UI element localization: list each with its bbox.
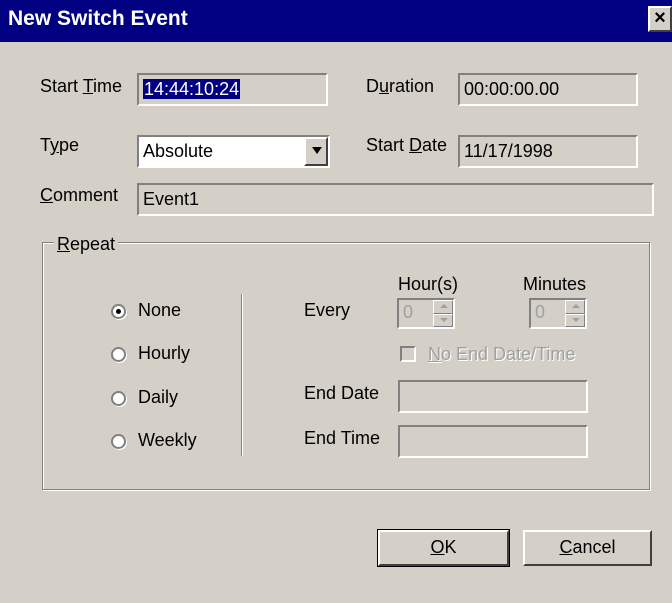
type-dropdown-button[interactable] xyxy=(304,137,328,166)
every-label: Every xyxy=(304,300,351,320)
minutes-spin-up[interactable] xyxy=(565,300,585,314)
hours-value: 0 xyxy=(403,302,414,322)
start-time-label: Start Time xyxy=(40,76,123,96)
chevron-down-icon xyxy=(312,147,322,154)
duration-label: Duration xyxy=(366,76,435,96)
no-end-label[interactable]: No End Date/Time xyxy=(428,344,575,365)
repeat-group-label: Repeat xyxy=(54,234,119,255)
radio-hourly-label[interactable]: Hourly xyxy=(138,343,190,364)
arrow-down-icon xyxy=(440,317,448,322)
close-button[interactable]: × xyxy=(648,6,672,32)
start-date-value: 11/17/1998 xyxy=(464,141,553,161)
title-bar[interactable]: New Switch Event × xyxy=(0,0,672,42)
arrow-down-icon xyxy=(572,317,580,322)
radio-none[interactable] xyxy=(111,304,126,319)
arrow-up-icon xyxy=(572,304,580,308)
hours-spin-up[interactable] xyxy=(433,300,453,314)
radio-hourly[interactable] xyxy=(111,347,126,362)
close-icon: × xyxy=(654,7,666,29)
type-value: Absolute xyxy=(143,141,214,161)
comment-label: Comment xyxy=(40,185,119,205)
no-end-checkbox[interactable] xyxy=(400,346,416,362)
end-time-label: End Time xyxy=(304,428,381,448)
comment-value: Event1 xyxy=(143,189,200,209)
hours-label: Hour(s) xyxy=(398,274,459,294)
comment-field[interactable]: Event1 xyxy=(137,183,654,216)
arrow-up-icon xyxy=(440,304,448,308)
end-time-field[interactable] xyxy=(398,425,588,458)
radio-dot xyxy=(116,309,121,314)
radio-daily-label[interactable]: Daily xyxy=(138,387,178,408)
radio-weekly-label[interactable]: Weekly xyxy=(138,430,197,451)
duration-field[interactable]: 00:00:00.00 xyxy=(458,73,638,106)
start-time-value: 14:44:10:24 xyxy=(143,79,241,99)
start-time-field[interactable]: 14:44:10:24 xyxy=(137,73,328,106)
minutes-spinner[interactable]: 0 xyxy=(529,298,587,329)
end-date-field[interactable] xyxy=(398,380,588,413)
duration-value: 00:00:00.00 xyxy=(464,79,560,99)
minutes-value: 0 xyxy=(535,302,546,322)
cancel-button[interactable]: Cancel xyxy=(523,530,652,566)
end-date-label: End Date xyxy=(304,383,380,403)
start-date-label: Start Date xyxy=(366,135,448,155)
start-date-field[interactable]: 11/17/1998 xyxy=(458,135,638,168)
minutes-spin-down[interactable] xyxy=(565,313,585,327)
window-title: New Switch Event xyxy=(8,7,188,30)
hours-spinner[interactable]: 0 xyxy=(397,298,455,329)
minutes-label: Minutes xyxy=(523,274,587,294)
vertical-divider xyxy=(241,294,243,456)
new-switch-event-dialog: New Switch Event × Start Time 14:44:10:2… xyxy=(0,0,672,603)
radio-weekly[interactable] xyxy=(111,434,126,449)
ok-button[interactable]: OK xyxy=(377,529,510,567)
radio-none-label[interactable]: None xyxy=(138,300,181,321)
type-label: Type xyxy=(40,135,80,155)
type-dropdown[interactable]: Absolute xyxy=(137,135,330,168)
hours-spin-down[interactable] xyxy=(433,313,453,327)
radio-daily[interactable] xyxy=(111,391,126,406)
